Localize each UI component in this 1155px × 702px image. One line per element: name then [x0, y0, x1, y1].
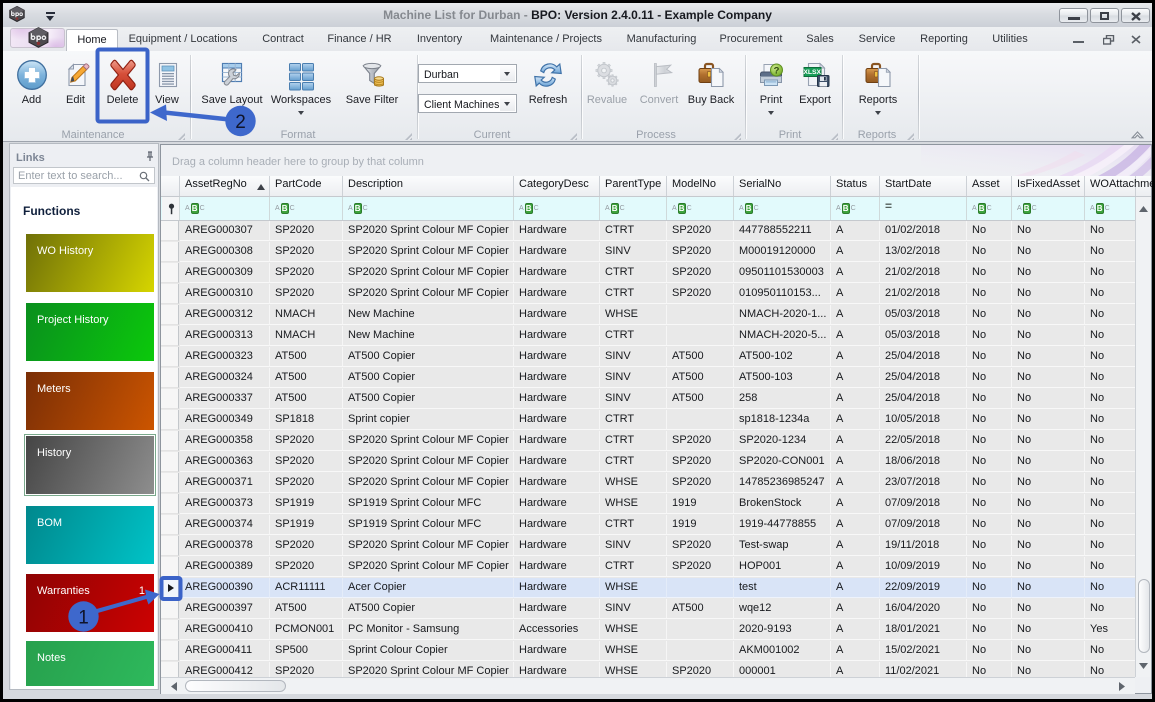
svg-text:2: 2 [235, 112, 246, 133]
svg-text:1: 1 [78, 608, 89, 629]
